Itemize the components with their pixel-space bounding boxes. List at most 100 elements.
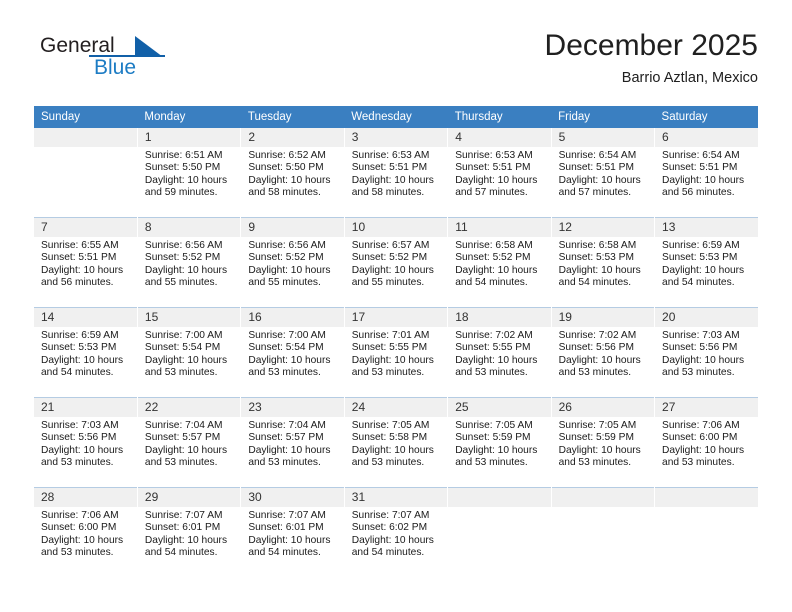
calendar-day-cell[interactable]: 20 Sunrise: 7:03 AM Sunset: 5:56 PM Dayligh… [654,307,758,398]
calendar-day-cell[interactable]: 30 Sunrise: 7:07 AM Sunset: 6:01 PM Dayligh… [240,487,345,577]
sunset-text: Sunset: 5:55 PM [455,342,531,354]
day-number: 11 [448,218,551,237]
calendar-day-cell[interactable]: 31 Sunrise: 7:07 AM Sunset: 6:02 PM Dayligh… [344,487,449,577]
day-info: Sunrise: 7:06 AM Sunset: 6:00 PM Daylight:… [34,507,137,560]
calendar-day-cell[interactable]: 24 Sunrise: 7:05 AM Sunset: 5:58 PM Dayligh… [344,397,449,488]
daylight-text-line1: Daylight: 10 hours [351,174,434,186]
day-number: 9 [241,218,344,237]
calendar-day-cell[interactable]: 15 Sunrise: 7:00 AM Sunset: 5:54 PM Dayligh… [137,307,242,398]
daylight-text-line1: Daylight: 10 hours [662,444,745,456]
daylight-text-line2: and 55 minutes. [351,277,425,289]
calendar-day-cell[interactable]: 3 Sunrise: 6:53 AM Sunset: 5:51 PM Daylight… [344,128,449,218]
day-cell-inner: 22 Sunrise: 7:04 AM Sunset: 5:57 PM Dayligh… [137,398,241,487]
brand-logo[interactable]: General Blue [34,30,214,92]
day-info: Sunrise: 6:58 AM Sunset: 5:53 PM Daylight:… [552,237,654,290]
calendar-day-cell[interactable]: 19 Sunrise: 7:02 AM Sunset: 5:56 PM Dayligh… [551,307,656,398]
calendar-week-row: 14 Sunrise: 6:59 AM Sunset: 5:53 PM Dayligh… [34,307,758,398]
day-info: Sunrise: 7:04 AM Sunset: 5:57 PM Daylight:… [241,417,343,470]
sunset-text: Sunset: 5:51 PM [41,252,117,264]
day-number: 7 [34,218,137,237]
calendar-day-cell[interactable]: 13 Sunrise: 6:59 AM Sunset: 5:53 PM Dayligh… [654,217,758,308]
sunset-text: Sunset: 6:00 PM [41,522,117,534]
calendar-empty-cell [447,487,552,577]
calendar-day-cell[interactable]: 11 Sunrise: 6:58 AM Sunset: 5:52 PM Dayligh… [447,217,552,308]
weekday-header-sunday: Sunday [34,106,138,128]
calendar-day-cell[interactable]: 4 Sunrise: 6:53 AM Sunset: 5:51 PM Daylight… [447,128,552,218]
calendar-day-cell[interactable]: 18 Sunrise: 7:02 AM Sunset: 5:55 PM Dayligh… [447,307,552,398]
day-cell-inner: 25 Sunrise: 7:05 AM Sunset: 5:59 PM Dayligh… [448,398,551,487]
day-info: Sunrise: 6:59 AM Sunset: 5:53 PM Daylight:… [655,237,758,290]
daylight-text-line1: Daylight: 10 hours [558,354,641,366]
location-subtitle: Barrio Aztlan, Mexico [621,70,758,86]
daylight-text-line2: and 53 minutes. [248,457,321,469]
calendar-day-cell[interactable]: 10 Sunrise: 6:57 AM Sunset: 5:52 PM Dayligh… [344,217,449,308]
daylight-text-line2: and 53 minutes. [455,367,528,379]
calendar-day-cell[interactable]: 25 Sunrise: 7:05 AM Sunset: 5:59 PM Dayligh… [447,397,552,488]
daylight-text-line2: and 58 minutes. [351,187,425,199]
sunset-text: Sunset: 5:57 PM [248,432,324,444]
day-cell-inner: 12 Sunrise: 6:58 AM Sunset: 5:53 PM Dayligh… [551,218,655,307]
day-info: Sunrise: 6:53 AM Sunset: 5:51 PM Daylight:… [448,147,550,200]
day-number [551,488,655,507]
calendar-table: Sunday Monday Tuesday Wednesday Thursday… [34,106,758,577]
calendar-day-cell[interactable]: 16 Sunrise: 7:00 AM Sunset: 5:54 PM Dayligh… [240,307,345,398]
calendar-day-cell[interactable]: 12 Sunrise: 6:58 AM Sunset: 5:53 PM Dayligh… [551,217,656,308]
day-info: Sunrise: 7:07 AM Sunset: 6:02 PM Daylight:… [345,507,447,560]
calendar-day-cell[interactable]: 22 Sunrise: 7:04 AM Sunset: 5:57 PM Dayligh… [137,397,242,488]
daylight-text-line1: Daylight: 10 hours [351,534,434,546]
daylight-text-line1: Daylight: 10 hours [455,354,538,366]
day-number: 17 [344,308,448,327]
calendar-day-cell[interactable]: 2 Sunrise: 6:52 AM Sunset: 5:50 PM Daylight… [240,128,345,218]
daylight-text-line2: and 57 minutes. [558,187,632,199]
daylight-text-line2: and 53 minutes. [662,457,735,469]
day-info: Sunrise: 7:03 AM Sunset: 5:56 PM Daylight:… [655,327,758,380]
day-cell-inner: 27 Sunrise: 7:06 AM Sunset: 6:00 PM Dayligh… [655,398,758,487]
day-cell-inner: 6 Sunrise: 6:54 AM Sunset: 5:51 PM Daylight… [655,128,758,217]
calendar-day-cell[interactable]: 8 Sunrise: 6:56 AM Sunset: 5:52 PM Daylight… [137,217,242,308]
calendar-day-cell[interactable]: 17 Sunrise: 7:01 AM Sunset: 5:55 PM Dayligh… [344,307,449,398]
sunset-text: Sunset: 5:59 PM [558,432,634,444]
sunrise-text: Sunrise: 7:01 AM [351,330,430,341]
daylight-text-line2: and 53 minutes. [558,367,632,379]
daylight-text-line2: and 53 minutes. [351,367,425,379]
sunrise-text: Sunrise: 7:03 AM [41,420,119,431]
sunrise-text: Sunrise: 6:53 AM [455,150,533,161]
sunrise-text: Sunrise: 6:59 AM [662,240,740,251]
sunrise-text: Sunrise: 7:00 AM [144,330,223,341]
day-number: 5 [551,128,655,147]
calendar-day-cell[interactable]: 7 Sunrise: 6:55 AM Sunset: 5:51 PM Daylight… [34,217,138,308]
calendar-day-cell[interactable]: 6 Sunrise: 6:54 AM Sunset: 5:51 PM Daylight… [655,128,758,218]
calendar-day-cell[interactable]: 9 Sunrise: 6:56 AM Sunset: 5:52 PM Daylight… [240,217,345,308]
calendar-day-cell[interactable]: 23 Sunrise: 7:04 AM Sunset: 5:57 PM Dayligh… [240,397,345,488]
calendar-empty-cell [34,128,138,218]
day-info: Sunrise: 7:07 AM Sunset: 6:01 PM Daylight:… [138,507,240,560]
sunset-text: Sunset: 6:01 PM [144,522,221,534]
day-cell-inner: 17 Sunrise: 7:01 AM Sunset: 5:55 PM Dayligh… [344,308,448,397]
daylight-text-line2: and 55 minutes. [144,277,218,289]
calendar-day-cell[interactable]: 1 Sunrise: 6:51 AM Sunset: 5:50 PM Daylight… [137,128,242,218]
daylight-text-line1: Daylight: 10 hours [351,264,434,276]
daylight-text-line1: Daylight: 10 hours [558,174,641,186]
daylight-text-line1: Daylight: 10 hours [662,174,745,186]
daylight-text-line1: Daylight: 10 hours [351,354,434,366]
calendar-day-cell[interactable]: 26 Sunrise: 7:05 AM Sunset: 5:59 PM Dayligh… [551,397,656,488]
calendar-week-row: 7 Sunrise: 6:55 AM Sunset: 5:51 PM Daylight… [34,217,758,308]
calendar-day-cell[interactable]: 27 Sunrise: 7:06 AM Sunset: 6:00 PM Dayligh… [654,397,758,488]
calendar-day-cell[interactable]: 14 Sunrise: 6:59 AM Sunset: 5:53 PM Dayligh… [34,307,138,398]
calendar-week-row: 21 Sunrise: 7:03 AM Sunset: 5:56 PM Dayligh… [34,397,758,488]
day-info: Sunrise: 6:54 AM Sunset: 5:51 PM Daylight:… [655,147,758,200]
day-info: Sunrise: 7:02 AM Sunset: 5:55 PM Daylight:… [448,327,550,380]
calendar-day-cell[interactable]: 29 Sunrise: 7:07 AM Sunset: 6:01 PM Dayligh… [137,487,242,577]
day-info: Sunrise: 7:06 AM Sunset: 6:00 PM Daylight:… [655,417,758,470]
sunset-text: Sunset: 5:54 PM [144,342,221,354]
day-cell-inner: 30 Sunrise: 7:07 AM Sunset: 6:01 PM Dayligh… [241,488,344,577]
daylight-text-line2: and 53 minutes. [144,367,218,379]
day-cell-inner: 7 Sunrise: 6:55 AM Sunset: 5:51 PM Daylight… [34,218,137,307]
calendar-day-cell[interactable]: 28 Sunrise: 7:06 AM Sunset: 6:00 PM Dayligh… [34,487,138,577]
day-number: 28 [34,488,137,507]
calendar-day-cell[interactable]: 5 Sunrise: 6:54 AM Sunset: 5:51 PM Daylight… [551,128,656,218]
sunset-text: Sunset: 5:51 PM [455,162,531,174]
day-number: 4 [448,128,551,147]
day-number: 12 [551,218,655,237]
calendar-day-cell[interactable]: 21 Sunrise: 7:03 AM Sunset: 5:56 PM Dayligh… [34,397,138,488]
